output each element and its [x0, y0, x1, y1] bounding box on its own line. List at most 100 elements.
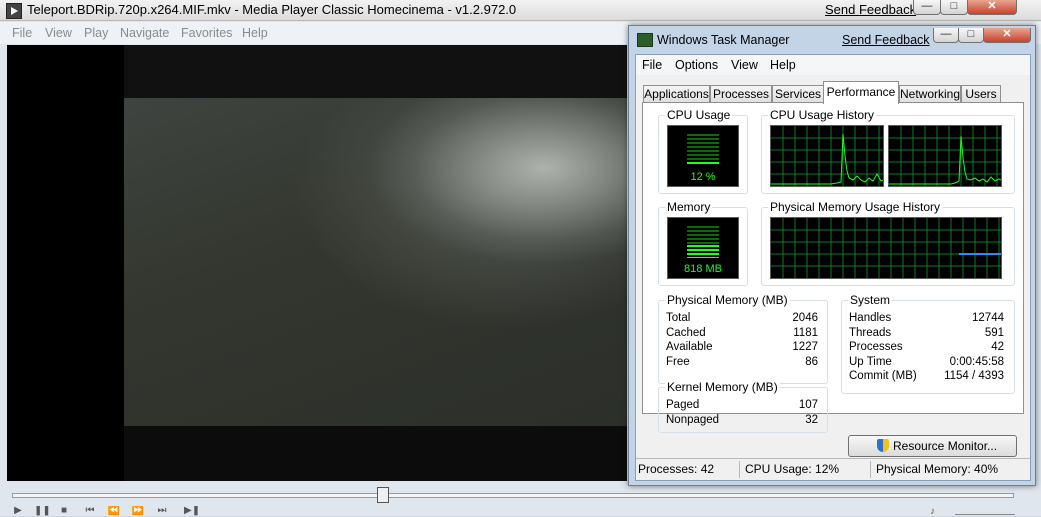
frame-step-icon[interactable]: ▶❚ — [184, 506, 200, 516]
kernel-paged-row: Paged 107 — [666, 399, 818, 413]
seek-bar[interactable] — [12, 493, 1014, 498]
system-threads-row: Threads 591 — [849, 327, 1004, 341]
memory-history-label: Physical Memory Usage History — [768, 200, 943, 214]
tab-performance[interactable]: Performance — [823, 81, 899, 104]
play-icon[interactable]: ▶ — [10, 506, 26, 516]
previous-icon[interactable]: ⏮ — [82, 506, 98, 516]
memory-history-group: Physical Memory Usage History — [761, 200, 1015, 286]
mpc-close-button[interactable]: ✕ — [967, 0, 1017, 15]
mpc-title-bar[interactable]: Teleport.BDRip.720p.x264.MIF.mkv - Media… — [0, 0, 1041, 21]
system-processes-key: Processes — [849, 341, 903, 353]
physical-memory-label: Physical Memory (MB) — [665, 293, 790, 307]
physical-cached-value: 1181 — [793, 327, 818, 339]
letterbox-bottom — [124, 426, 627, 481]
cpu-usage-value: 12 % — [690, 171, 716, 183]
memory-history-graph — [770, 217, 1002, 279]
tm-window-title: Windows Task Manager — [657, 33, 790, 47]
mpc-maximize-button[interactable]: □ — [940, 0, 968, 15]
mpc-menu-favorites[interactable]: Favorites — [181, 26, 232, 40]
task-manager-window: Windows Task Manager Send Feedback — □ ✕… — [628, 25, 1036, 486]
playback-controls: ▶ ❚❚ ■ ⏮ ⏪ ⏩ ⏭ ▶❚ — [8, 506, 1028, 516]
mpc-menu-play[interactable]: Play — [84, 26, 108, 40]
seek-thumb[interactable] — [377, 487, 389, 503]
status-cpu: CPU Usage: 12% — [745, 462, 840, 476]
video-frame — [124, 98, 627, 426]
pause-icon[interactable]: ❚❚ — [34, 506, 50, 516]
system-handles-value: 12744 — [972, 312, 1004, 324]
volume-slider[interactable] — [955, 508, 1015, 515]
fast-forward-icon[interactable]: ⏩ — [130, 506, 146, 516]
tm-status-bar: Processes: 42 CPU Usage: 12% Physical Me… — [636, 458, 1030, 480]
system-threads-key: Threads — [849, 327, 892, 339]
tab-processes[interactable]: Processes — [710, 85, 772, 103]
memory-group: Memory 818 MB — [658, 200, 748, 286]
mpc-menu-navigate[interactable]: Navigate — [120, 26, 169, 40]
tm-menu-view[interactable]: View — [731, 58, 758, 72]
memory-gauge-fill — [687, 245, 719, 258]
physical-cached-key: Cached — [666, 327, 706, 339]
system-commit-value: 1154 / 4393 — [944, 370, 1004, 382]
mpc-minimize-button[interactable]: — — [913, 0, 941, 15]
system-handles-row: Handles 12744 — [849, 312, 1004, 326]
kernel-nonpaged-key: Nonpaged — [666, 414, 720, 426]
system-uptime-row: Up Time 0:00:45:58 — [849, 356, 1004, 370]
kernel-memory-group: Kernel Memory (MB) Paged 107 Nonpaged 32 — [658, 380, 828, 433]
status-memory: Physical Memory: 40% — [876, 462, 999, 476]
cpu-usage-label: CPU Usage — [665, 108, 733, 122]
system-handles-key: Handles — [849, 312, 892, 324]
mpc-send-feedback-link[interactable]: Send Feedback — [825, 2, 916, 17]
volume-icon[interactable]: ♪ — [930, 506, 944, 517]
system-group: System Handles 12744 Threads 591 Process… — [841, 293, 1015, 394]
tm-close-button[interactable]: ✕ — [983, 28, 1031, 43]
tm-menu-file[interactable]: File — [642, 58, 662, 72]
tab-services[interactable]: Services — [772, 85, 824, 103]
resource-monitor-label: Resource Monitor... — [893, 439, 998, 453]
uac-shield-icon — [877, 439, 889, 452]
tm-client-area: File Options View Help Applications Proc… — [635, 54, 1031, 481]
physical-free-row: Free 86 — [666, 356, 818, 370]
tab-networking[interactable]: Networking — [899, 85, 961, 103]
mpc-menu-view[interactable]: View — [45, 26, 72, 40]
video-area[interactable] — [7, 45, 627, 481]
rewind-icon[interactable]: ⏪ — [106, 506, 122, 516]
memory-gauge: 818 MB — [667, 217, 739, 279]
physical-available-key: Available — [666, 341, 713, 353]
cpu-history-graph-1 — [770, 125, 884, 187]
resource-monitor-button[interactable]: Resource Monitor... — [848, 435, 1017, 457]
tab-applications[interactable]: Applications — [643, 85, 710, 103]
mpc-menu-help[interactable]: Help — [242, 26, 268, 40]
physical-free-value: 86 — [805, 356, 818, 368]
tm-menu-help[interactable]: Help — [770, 58, 796, 72]
physical-total-row: Total 2046 — [666, 312, 818, 326]
memory-label: Memory — [665, 200, 713, 214]
tm-title-bar[interactable]: Windows Task Manager Send Feedback — □ ✕ — [629, 26, 1035, 50]
physical-available-value: 1227 — [792, 341, 818, 353]
tm-menu-bar: File Options View Help — [636, 55, 1030, 75]
kernel-memory-label: Kernel Memory (MB) — [665, 380, 780, 394]
memory-value: 818 MB — [684, 263, 722, 275]
kernel-paged-value: 107 — [798, 399, 818, 411]
status-processes: Processes: 42 — [638, 462, 715, 476]
tm-app-icon — [637, 33, 653, 47]
next-icon[interactable]: ⏭ — [154, 506, 170, 516]
cpu-history-graph-2 — [888, 125, 1002, 187]
tm-send-feedback-link[interactable]: Send Feedback — [842, 33, 930, 47]
tm-menu-options[interactable]: Options — [675, 58, 718, 72]
tm-maximize-button[interactable]: □ — [958, 28, 984, 43]
stop-icon[interactable]: ■ — [56, 506, 72, 516]
mpc-menu-file[interactable]: File — [12, 26, 32, 40]
status-separator — [739, 461, 740, 478]
performance-panel: CPU Usage 12 % CPU Usage History Memory … — [642, 102, 1024, 457]
tm-minimize-button[interactable]: — — [933, 28, 959, 43]
physical-total-value: 2046 — [792, 312, 818, 324]
system-label: System — [848, 293, 893, 307]
tab-users[interactable]: Users — [961, 85, 1001, 103]
kernel-paged-key: Paged — [666, 399, 700, 411]
kernel-nonpaged-value: 32 — [805, 414, 818, 426]
system-processes-value: 42 — [991, 341, 1004, 353]
tm-tab-strip: Applications Processes Services Performa… — [636, 79, 1030, 104]
system-uptime-value: 0:00:45:58 — [949, 356, 1004, 368]
mpc-window-title: Teleport.BDRip.720p.x264.MIF.mkv - Media… — [27, 2, 517, 17]
physical-total-key: Total — [666, 312, 691, 324]
system-commit-row: Commit (MB) 1154 / 4393 — [849, 370, 1004, 384]
